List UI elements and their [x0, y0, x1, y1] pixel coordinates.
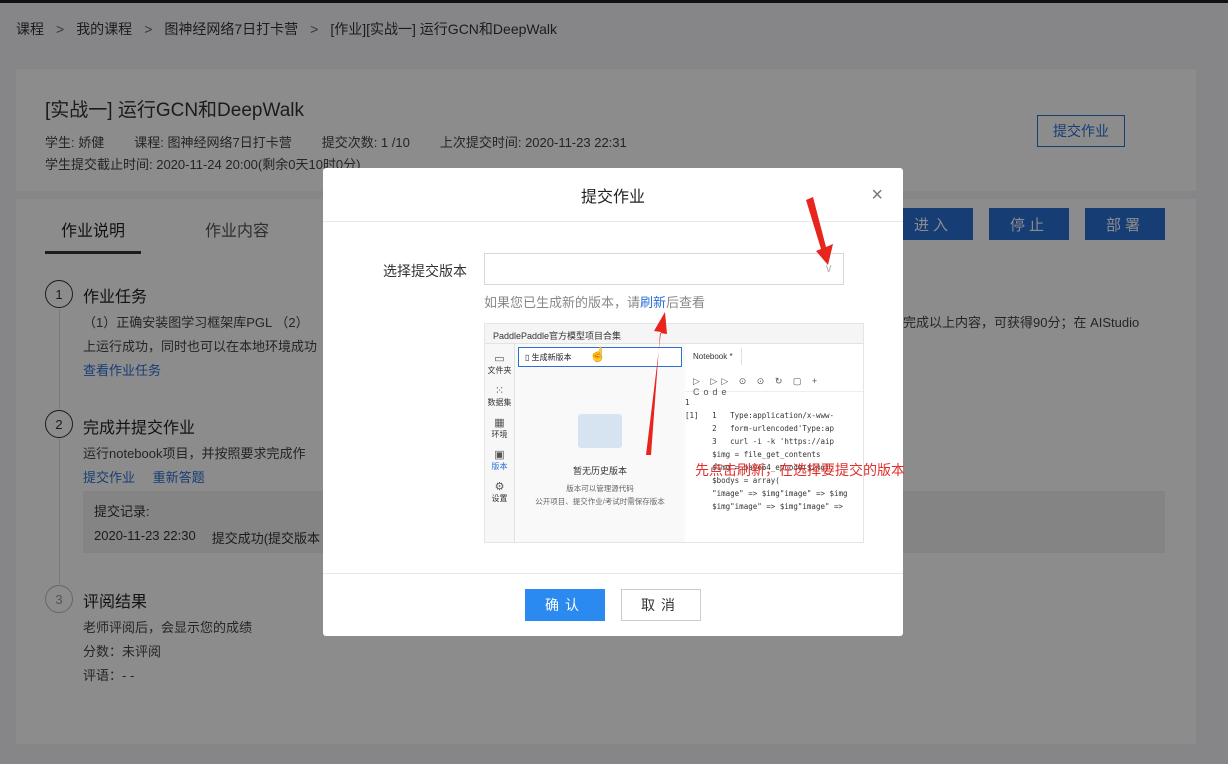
- empty-box-icon: [578, 414, 622, 448]
- code-line: 2 form-urlencoded'Type:ap: [685, 424, 835, 433]
- close-icon[interactable]: ×: [871, 184, 883, 207]
- preview-notebook: Notebook * ▷ ▷▷ ⊙ ⊙ ↻ ▢ + Code 1 [1] 1 T…: [685, 344, 863, 542]
- preview-side-item: ▣ 版本: [485, 448, 514, 472]
- preview-sidebar: ▭ 文件夹 ⁙ 数据集 ▦ 环境 ▣ 版本 ⚙ 设置: [485, 344, 515, 542]
- code-line: "image" => $img"image" => $img: [685, 489, 848, 498]
- code-line: $img"image" => $img"image" =>: [685, 502, 844, 511]
- preview-side-item: ▦ 环境: [485, 416, 514, 440]
- refresh-link[interactable]: 刷新: [640, 295, 666, 310]
- instruction-screenshot: PaddlePaddle官方模型项目合集 ▭ 文件夹 ⁙ 数据集 ▦ 环境 ▣ 版本 ⚙…: [484, 323, 864, 543]
- submit-dialog: 提交作业 × 选择提交版本 ∨ 如果您已生成新的版本，请刷新后查看 Paddle…: [323, 168, 905, 636]
- annotation-text: 先点击刷新，在选择要提交的版本: [695, 462, 905, 478]
- confirm-button[interactable]: 确认: [525, 589, 605, 621]
- code-line: 1: [685, 398, 690, 407]
- dialog-title: 提交作业: [580, 188, 645, 206]
- file-icon: ▯: [525, 353, 532, 362]
- dialog-header: 提交作业 ×: [323, 168, 903, 222]
- preview-side-item: ⚙ 设置: [485, 480, 514, 504]
- preview-side-item: ▭ 文件夹: [485, 352, 514, 376]
- preview-empty-desc: 版本可以管理源代码: [566, 484, 634, 493]
- code-line: 3 curl -i -k 'https://aip: [685, 437, 835, 446]
- preview-version-panel: ▯ 生成新版本 ☝ 暂无历史版本 版本可以管理源代码 公开项目、提交作业/考试时…: [516, 344, 684, 542]
- gear-icon: ⚙: [494, 481, 505, 493]
- dataset-icon: ⁙: [494, 385, 505, 397]
- refresh-hint: 如果您已生成新的版本，请刷新后查看: [484, 292, 705, 311]
- preview-generate-version: ▯ 生成新版本 ☝: [518, 346, 682, 367]
- preview-side-item: ⁙ 数据集: [485, 384, 514, 408]
- version-select[interactable]: ∨: [484, 253, 844, 285]
- preview-empty-desc: 公开项目、提交作业/考试时需保存版本: [535, 497, 665, 506]
- hint-text: 后查看: [666, 295, 706, 310]
- preview-empty-title: 暂无历史版本: [572, 466, 627, 476]
- preview-title: PaddlePaddle官方模型项目合集: [485, 324, 863, 344]
- folder-icon: ▭: [494, 353, 505, 365]
- hint-text: 如果您已生成新的版本，请: [484, 295, 641, 310]
- version-icon: ▣: [494, 449, 505, 461]
- dialog-footer-divider: [323, 573, 903, 574]
- version-label: 选择提交版本: [383, 263, 467, 279]
- preview-code: 1 [1] 1 Type:application/x-www- 2 form-u…: [685, 396, 863, 513]
- preview-toolbar: ▷ ▷▷ ⊙ ⊙ ↻ ▢ + Code: [685, 372, 863, 397]
- code-line: [1] 1 Type:application/x-www-: [685, 411, 835, 420]
- cancel-button[interactable]: 取消: [621, 589, 701, 621]
- preview-notebook-tab: Notebook *: [685, 348, 742, 365]
- chevron-down-icon: ∨: [824, 261, 833, 275]
- hand-cursor-icon: ☝: [589, 346, 607, 362]
- environment-icon: ▦: [494, 417, 505, 429]
